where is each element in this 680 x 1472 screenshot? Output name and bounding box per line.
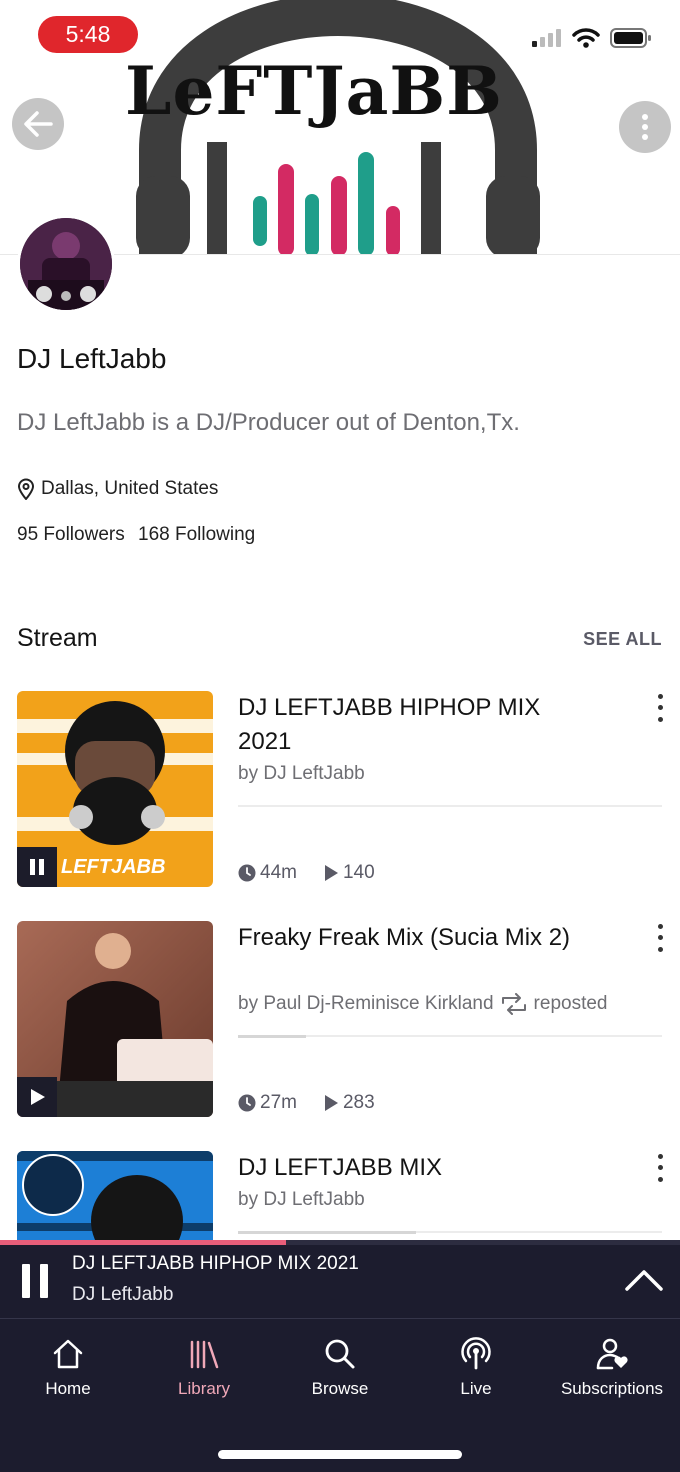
chevron-up-icon[interactable] (624, 1267, 664, 1293)
battery-icon (610, 28, 651, 48)
track-more-button[interactable] (650, 921, 670, 955)
home-indicator[interactable] (218, 1450, 462, 1459)
track-more-button[interactable] (650, 1151, 670, 1185)
duration-label: 27m (260, 1092, 297, 1113)
tab-browse-label: Browse (311, 1379, 369, 1398)
mini-player-title: DJ LEFTJABB HIPHOP MIX 2021 (72, 1253, 359, 1274)
track-artist: by DJ LeftJabb (238, 763, 365, 785)
track-pause-button[interactable] (17, 847, 57, 887)
mini-player[interactable]: DJ LEFTJABB HIPHOP MIX 2021 DJ LeftJabb (0, 1245, 680, 1319)
tab-subscriptions[interactable]: Subscriptions (544, 1337, 680, 1399)
track-artist-label: by DJ LeftJabb (238, 1189, 365, 1210)
banner-brand-text: LeFTJaBB (125, 52, 503, 130)
follow-stats: 95 Followers 168 Following (17, 524, 255, 546)
play-count: 283 (323, 1092, 375, 1114)
profile-location: Dallas, United States (17, 478, 218, 500)
tab-home[interactable]: Home (0, 1337, 136, 1399)
track-meta: 44m 140 (238, 862, 401, 884)
tab-library[interactable]: Library (136, 1337, 272, 1399)
arrow-left-icon (24, 111, 53, 137)
duration: 44m (238, 862, 297, 884)
track-progress (238, 1035, 306, 1038)
track-title[interactable]: Freaky Freak Mix (Sucia Mix 2) (238, 921, 578, 955)
tab-live-label: Live (460, 1379, 492, 1398)
status-icons (532, 28, 652, 48)
stream-section-title: Stream (17, 624, 98, 652)
reposted-label: reposted (533, 993, 608, 1014)
library-icon (190, 1340, 219, 1369)
avatar (17, 215, 115, 313)
track-title[interactable]: DJ LEFTJABB HIPHOP MIX 2021 (238, 691, 578, 759)
play-count-icon (324, 865, 338, 881)
home-icon (53, 1339, 83, 1369)
status-time: 5:48 (38, 16, 138, 53)
artwork-label: LEFTJABB (61, 856, 166, 878)
location-label: Dallas, United States (41, 478, 219, 499)
play-count: 140 (323, 862, 375, 884)
track-divider (238, 805, 662, 807)
track-play-button[interactable] (17, 1077, 57, 1117)
more-vertical-icon (642, 114, 648, 140)
back-button[interactable] (12, 98, 64, 150)
play-icon (31, 1089, 45, 1105)
location-pin-icon (17, 478, 35, 500)
clock-icon (238, 864, 256, 882)
stream-item[interactable]: Freaky Freak Mix (Sucia Mix 2) by Paul D… (0, 921, 680, 1121)
following-link[interactable]: 168 Following (138, 524, 255, 545)
more-options-button[interactable] (619, 101, 671, 153)
track-artist-label: by DJ LeftJabb (238, 763, 365, 784)
plays-label: 283 (342, 1092, 375, 1113)
track-progress (238, 1231, 416, 1234)
profile-bio: DJ LeftJabb is a DJ/Producer out of Dent… (17, 409, 520, 436)
track-artist: by DJ LeftJabb (238, 1189, 365, 1211)
search-icon (325, 1339, 355, 1369)
track-title[interactable]: DJ LEFTJABB MIX (238, 1151, 578, 1185)
wifi-icon (572, 28, 600, 48)
duration: 27m (238, 1092, 297, 1114)
pause-icon (22, 1264, 30, 1298)
stream-item[interactable]: DJ LEFTJABB MIX by DJ LeftJabb (0, 1151, 680, 1240)
mini-player-pause-button[interactable] (22, 1264, 48, 1298)
stream-item[interactable]: LEFTJABB DJ LEFTJABB HIPHOP MIX 2021 by … (0, 691, 680, 891)
track-meta: 27m 283 (238, 1092, 401, 1114)
clock-icon (238, 1094, 256, 1112)
artwork-image (17, 1151, 213, 1240)
play-count-icon (324, 1095, 338, 1111)
track-artwork[interactable]: LEFTJABB (17, 691, 213, 887)
mini-player-artist: DJ LeftJabb (72, 1284, 174, 1305)
tab-library-label: Library (178, 1379, 230, 1398)
avatar-image (20, 218, 112, 310)
track-artwork[interactable] (17, 921, 213, 1117)
duration-label: 44m (260, 862, 297, 883)
followers-link[interactable]: 95 Followers (17, 524, 125, 545)
podcast-icon (461, 1337, 491, 1370)
tab-subscriptions-label: Subscriptions (560, 1379, 664, 1398)
profile-name: DJ LeftJabb (17, 343, 167, 374)
plays-label: 140 (342, 862, 375, 883)
subscriptions-icon (596, 1338, 628, 1370)
track-more-button[interactable] (650, 691, 670, 725)
tab-live[interactable]: Live (408, 1337, 544, 1399)
see-all-link[interactable]: SEE ALL (583, 629, 662, 650)
repost-icon (501, 993, 526, 1015)
track-artwork[interactable] (17, 1151, 213, 1240)
tab-browse[interactable]: Browse (272, 1337, 408, 1399)
track-artist-label: by Paul Dj-Reminisce Kirkland (238, 993, 494, 1014)
pause-icon (30, 859, 44, 875)
cellular-signal-icon (532, 29, 561, 47)
tab-home-label: Home (45, 1379, 91, 1398)
track-artist: by Paul Dj-Reminisce Kirkland reposted (238, 993, 608, 1015)
